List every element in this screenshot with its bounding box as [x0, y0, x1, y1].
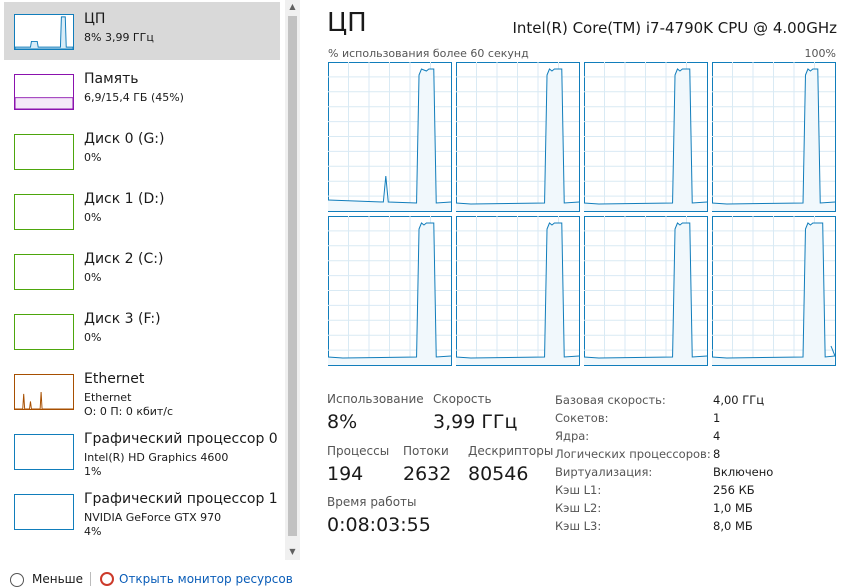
sidebar-item-name: Графический процессор 0 [84, 431, 278, 447]
handles-label: Дескрипторы [468, 444, 554, 458]
sidebar-item[interactable]: ЦП 8% 3,99 ГГц [4, 2, 280, 60]
sidebar-item[interactable]: Диск 1 (D:) 0% [4, 182, 280, 240]
spec-value: 1 [713, 411, 721, 425]
logical-processor-graph [328, 62, 452, 212]
usage-thumbnail [14, 254, 74, 290]
usage-thumbnail [14, 74, 74, 110]
sidebar-item-subtitle: 6,9/15,4 ГБ (45%) [84, 91, 184, 104]
usage-thumbnail-line [15, 97, 73, 109]
fewer-details-button[interactable]: Меньше [32, 572, 83, 586]
usage-thumbnail [14, 434, 74, 470]
sidebar-item-name: Ethernet [84, 371, 145, 387]
sidebar-item[interactable]: Графический процессор 0 Intel(R) HD Graph… [4, 422, 280, 480]
sidebar-item-subtitle: 0% [84, 211, 102, 224]
sidebar-item-name: ЦП [84, 11, 106, 27]
spec-value: 8 [713, 447, 721, 461]
spec-value: 4,00 ГГц [713, 393, 765, 407]
cpu-model-name: Intel(R) Core(TM) i7-4790K CPU @ 4.00GHz [512, 19, 837, 37]
speed-label: Скорость [433, 392, 492, 406]
resource-monitor-icon[interactable] [100, 572, 114, 586]
spec-value: 256 КБ [713, 483, 755, 497]
spec-key: Ядра: [555, 429, 590, 443]
sidebar-item[interactable]: Ethernet Ethernet О: 0 П: 0 кбит/с [4, 362, 280, 420]
sidebar-item-name: Графический процессор 1 [84, 491, 278, 507]
usage-thumbnail [14, 134, 74, 170]
sidebar-item-subtitle: Intel(R) HD Graphics 4600 [84, 451, 229, 464]
sidebar-item-subtitle: 8% 3,99 ГГц [84, 31, 154, 44]
sidebar-item-subtitle: Ethernet [84, 391, 132, 404]
usage-thumbnail [14, 314, 74, 350]
handles-value: 80546 [468, 463, 529, 485]
sidebar-item[interactable]: Графический процессор 1 NVIDIA GeForce GT… [4, 482, 280, 540]
sidebar-item[interactable]: Диск 0 (G:) 0% [4, 122, 280, 180]
usage-thumbnail-line [15, 16, 73, 49]
logical-processor-graph [455, 216, 580, 366]
threads-label: Потоки [403, 444, 449, 458]
sidebar-item-detail: О: 0 П: 0 кбит/с [84, 405, 174, 418]
logical-processor-graph [455, 62, 580, 212]
graph-caption: % использования более 60 секунд [328, 47, 529, 60]
uptime-label: Время работы [327, 495, 417, 509]
cpu-detail-panel: ЦП Intel(R) Core(TM) i7-4790K CPU @ 4.00… [300, 0, 859, 560]
usage-thumbnail [14, 14, 74, 50]
sidebar-item[interactable]: Диск 2 (C:) 0% [4, 242, 280, 300]
footer-bar: Меньше Открыть монитор ресурсов [0, 560, 859, 587]
sidebar-item-detail: 4% [84, 525, 102, 538]
sidebar-item-name: Диск 0 (G:) [84, 131, 165, 147]
threads-value: 2632 [403, 463, 452, 485]
logical-processor-graph [328, 216, 452, 366]
sidebar-scrollbar[interactable]: ▲ ▼ [285, 0, 300, 560]
scroll-down-icon[interactable]: ▼ [285, 545, 300, 559]
usage-thumbnail-line [15, 391, 73, 409]
graph-max-label: 100% [804, 47, 836, 60]
utilization-value: 8% [327, 411, 358, 433]
page-title: ЦП [327, 8, 367, 38]
open-resource-monitor-link[interactable]: Открыть монитор ресурсов [119, 572, 293, 586]
speed-value: 3,99 ГГц [433, 411, 518, 433]
usage-thumbnail [14, 194, 74, 230]
spec-value: 1,0 МБ [713, 501, 753, 515]
spec-value: 8,0 МБ [713, 519, 753, 533]
sidebar-item-detail: 1% [84, 465, 102, 478]
spec-value: Включено [713, 465, 774, 479]
scroll-up-icon[interactable]: ▲ [285, 0, 300, 14]
sidebar-item-subtitle: 0% [84, 331, 102, 344]
spec-key: Логических процессоров: [555, 447, 711, 461]
sidebar-item-subtitle: NVIDIA GeForce GTX 970 [84, 511, 222, 524]
footer-divider [90, 572, 91, 586]
sidebar-item[interactable]: Память 6,9/15,4 ГБ (45%) [4, 62, 280, 120]
logical-processor-graph [583, 62, 708, 212]
sidebar-item-name: Диск 2 (C:) [84, 251, 164, 267]
spec-key: Кэш L1: [555, 483, 602, 497]
processes-value: 194 [327, 463, 364, 485]
usage-thumbnail [14, 494, 74, 530]
logical-processor-graphs [328, 62, 836, 366]
collapse-icon[interactable] [10, 573, 24, 587]
sidebar-item-name: Диск 3 (F:) [84, 311, 161, 327]
uptime-value: 0:08:03:55 [327, 514, 431, 536]
spec-key: Кэш L3: [555, 519, 602, 533]
usage-thumbnail [14, 374, 74, 410]
spec-key: Виртуализация: [555, 465, 653, 479]
utilization-label: Использование [327, 392, 424, 406]
device-list: ЦП 8% 3,99 ГГц Память 6,9/15,4 ГБ (45%) Диск… [0, 0, 300, 560]
sidebar-item-subtitle: 0% [84, 271, 102, 284]
logical-processor-graph [711, 216, 836, 366]
logical-processor-graph [583, 216, 708, 366]
logical-processor-graph [711, 62, 836, 212]
sidebar-item-subtitle: 0% [84, 151, 102, 164]
scrollbar-thumb[interactable] [288, 16, 297, 536]
spec-key: Кэш L2: [555, 501, 602, 515]
spec-value: 4 [713, 429, 721, 443]
sidebar-item-name: Диск 1 (D:) [84, 191, 165, 207]
spec-key: Базовая скорость: [555, 393, 666, 407]
spec-key: Сокетов: [555, 411, 609, 425]
sidebar-item-name: Память [84, 71, 139, 87]
processes-label: Процессы [327, 444, 390, 458]
sidebar-item[interactable]: Диск 3 (F:) 0% [4, 302, 280, 360]
